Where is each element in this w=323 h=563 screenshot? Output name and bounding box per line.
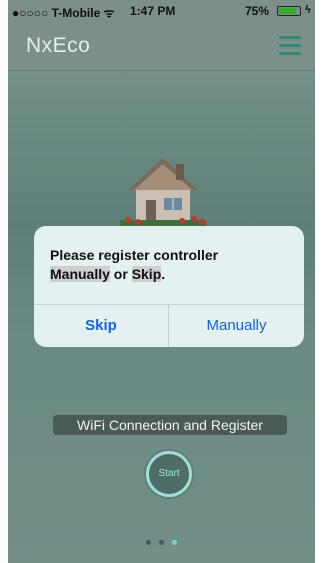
battery-icon (277, 6, 301, 16)
nav-bar: NxEco (8, 22, 315, 71)
register-alert-dialog: Please register controller Manually or S… (34, 226, 304, 347)
manually-button[interactable]: Manually (169, 305, 304, 347)
battery-percent: 75% (244, 4, 269, 18)
house-illustration (120, 158, 206, 230)
wifi-connection-label: WiFi Connection and Register (53, 415, 287, 435)
status-time: 1:47 PM (130, 4, 176, 18)
status-bar: ●○○○○ T-Mobile ᯤ 1:47 PM 75% ϟ (8, 0, 315, 22)
dialog-message: Please register controller Manually or S… (50, 246, 290, 284)
dialog-period: . (161, 266, 166, 282)
skip-button[interactable]: Skip (34, 305, 168, 347)
app-title: NxEco (26, 34, 91, 57)
dialog-highlight-skip: Skip (131, 266, 162, 282)
start-button[interactable]: Start (146, 451, 192, 497)
hamburger-menu-icon[interactable] (279, 36, 301, 56)
dialog-highlight-manually: Manually (50, 266, 110, 282)
page-dot-1[interactable] (146, 540, 151, 545)
carrier-signal: ●○○○○ T-Mobile ᯤ (12, 6, 115, 20)
charging-icon: ϟ (305, 4, 311, 16)
dialog-message-line1: Please register controller (50, 247, 219, 263)
page-dot-3-active[interactable] (172, 540, 177, 545)
dialog-or-text: or (109, 266, 132, 282)
page-dot-2[interactable] (159, 540, 164, 545)
page-indicator (8, 532, 315, 550)
phone-screen: ●○○○○ T-Mobile ᯤ 1:47 PM 75% ϟ NxEco Ple… (8, 0, 315, 563)
